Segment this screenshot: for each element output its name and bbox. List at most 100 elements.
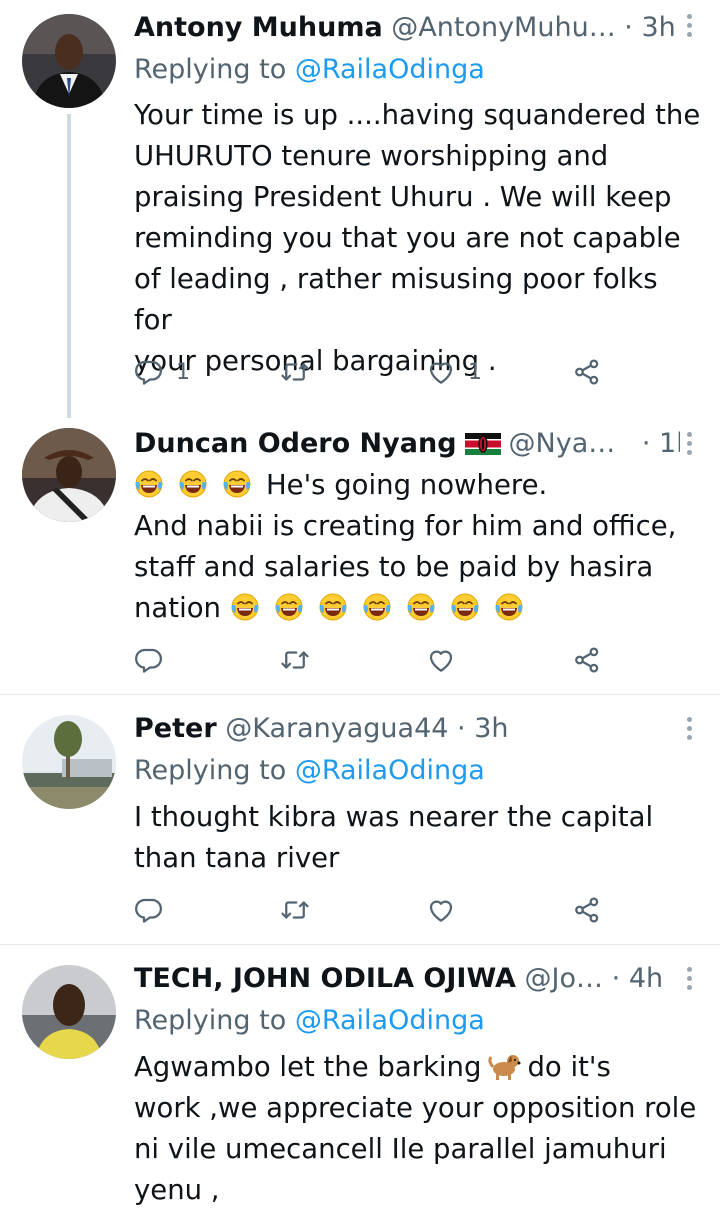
avatar[interactable] <box>22 428 116 522</box>
display-name[interactable]: Peter <box>134 713 217 744</box>
retweet-button[interactable] <box>280 354 310 390</box>
tears-of-joy-emoji <box>178 469 208 499</box>
tweet-header: Antony Muhuma @AntonyMuhu… · 3h <box>134 8 680 48</box>
kenya-flag-emoji <box>465 433 501 455</box>
tweet-text-line: of leading , rather misusing poor folks … <box>134 263 658 336</box>
like-button[interactable] <box>426 642 456 678</box>
retweet-icon <box>280 645 310 675</box>
tears-of-joy-emoji <box>274 592 304 622</box>
more-options-icon[interactable] <box>686 14 694 42</box>
more-options-icon[interactable] <box>686 967 694 995</box>
tweet-text-line: staff and salaries to be paid by hasira <box>134 551 654 583</box>
display-name[interactable]: Antony Muhuma <box>134 12 383 43</box>
thread-line <box>67 114 71 418</box>
tweet-text: I thought kibra was nearer the capital t… <box>134 797 704 879</box>
display-name[interactable]: Duncan Odero Nyang <box>134 428 457 459</box>
heart-icon <box>426 357 456 387</box>
mention-link[interactable]: @RailaOdinga <box>295 1005 485 1036</box>
tweet-text-line: I thought kibra was nearer the capital <box>134 801 654 833</box>
avatar[interactable] <box>22 965 116 1059</box>
avatar[interactable] <box>22 14 116 108</box>
reply-button[interactable] <box>134 642 164 678</box>
reply-icon <box>134 357 164 387</box>
tweet-text-line: Agwambo let the barking do it's <box>134 1047 704 1088</box>
tweet-header: TECH, JOHN ODILA OJIWA @Jo… · 4h <box>134 959 680 999</box>
tweet-text-line: And nabii is creating for him and office… <box>134 510 677 542</box>
timestamp[interactable]: 3h <box>474 713 508 744</box>
tears-of-joy-emoji <box>134 469 164 499</box>
handle[interactable]: @AntonyMuhu… <box>391 12 615 43</box>
tears-of-joy-emoji <box>450 592 480 622</box>
timestamp[interactable]: 1h <box>659 428 680 459</box>
tweet-antony-muhuma[interactable]: Antony Muhuma @AntonyMuhu… · 3h Replying… <box>0 0 720 420</box>
tweet-text-segment: He's going nowhere. <box>266 469 548 501</box>
separator-dot: · <box>457 713 466 744</box>
tweet-text-line: nation <box>134 588 704 629</box>
tweet-text-line: yenu , <box>134 1174 220 1206</box>
display-name[interactable]: TECH, JOHN ODILA OJIWA <box>134 963 516 994</box>
share-button[interactable] <box>572 642 602 678</box>
handle[interactable]: @Jo… <box>525 963 603 994</box>
tears-of-joy-emoji <box>230 592 260 622</box>
tweet-text-line: praising President Uhuru . We will keep <box>134 181 672 213</box>
tweet-tech-john-odila-ojiwa[interactable]: TECH, JOHN ODILA OJIWA @Jo… · 4h Replyin… <box>0 945 720 1227</box>
handle[interactable]: @Nya… <box>509 428 616 459</box>
tears-of-joy-emoji <box>318 592 348 622</box>
tweet-actions <box>134 642 614 678</box>
mention-link[interactable]: @RailaOdinga <box>295 54 485 85</box>
reply-icon <box>134 645 164 675</box>
avatar[interactable] <box>22 715 116 809</box>
replying-to: Replying to @RailaOdinga <box>134 50 485 90</box>
reply-count: 1 <box>176 359 190 385</box>
replying-to-label: Replying to <box>134 54 287 85</box>
tweet-text-line: than tana river <box>134 842 340 874</box>
tweet-text-line: ni vile umecancell Ile parallel jamuhuri <box>134 1133 667 1165</box>
reply-button[interactable] <box>134 892 164 928</box>
tweet-duncan-odero-nyang[interactable]: Duncan Odero Nyang @Nya… · 1h He's going … <box>0 420 720 694</box>
share-icon <box>572 645 602 675</box>
separator-dot: · <box>641 428 651 459</box>
separator-dot: · <box>624 12 633 43</box>
replying-to-label: Replying to <box>134 755 287 786</box>
tweet-text-segment: do it's <box>527 1051 611 1083</box>
tears-of-joy-emoji <box>362 592 392 622</box>
retweet-button[interactable] <box>280 892 310 928</box>
share-button[interactable] <box>572 892 602 928</box>
like-button[interactable]: 1 <box>426 354 482 390</box>
tweet-text: He's going nowhere. And nabii is creatin… <box>134 465 704 629</box>
tweet-header: Peter @Karanyagua44 · 3h <box>134 709 680 749</box>
tweet-actions <box>134 892 614 928</box>
more-options-icon[interactable] <box>686 432 694 460</box>
tweet-header: Duncan Odero Nyang @Nya… · 1h <box>134 424 680 464</box>
tweet-text-line: work ,we appreciate your opposition role <box>134 1092 697 1124</box>
tweet-text-line: Your time is up ....having squandered th… <box>134 99 701 131</box>
more-options-icon[interactable] <box>686 717 694 745</box>
tweet-text-line: He's going nowhere. <box>134 465 704 506</box>
retweet-button[interactable] <box>280 642 310 678</box>
tears-of-joy-emoji <box>222 469 252 499</box>
tweet-peter[interactable]: Peter @Karanyagua44 · 3h Replying to @Ra… <box>0 695 720 943</box>
tweet-text-line: reminding you that you are not capable <box>134 222 681 254</box>
share-icon <box>572 357 602 387</box>
replying-to: Replying to @RailaOdinga <box>134 1001 485 1041</box>
handle[interactable]: @Karanyagua44 <box>225 713 448 744</box>
dog-emoji <box>487 1049 521 1081</box>
share-icon <box>572 895 602 925</box>
timestamp[interactable]: 3h <box>641 12 675 43</box>
tweet-actions: 1 1 <box>134 354 614 390</box>
like-button[interactable] <box>426 892 456 928</box>
mention-link[interactable]: @RailaOdinga <box>295 755 485 786</box>
retweet-icon <box>280 357 310 387</box>
heart-icon <box>426 895 456 925</box>
timestamp[interactable]: 4h <box>629 963 663 994</box>
share-button[interactable] <box>572 354 602 390</box>
reply-button[interactable]: 1 <box>134 354 190 390</box>
tweet-text-segment: Agwambo let the barking <box>134 1051 482 1083</box>
replying-to: Replying to @RailaOdinga <box>134 751 485 791</box>
tweet-text-segment: nation <box>134 592 221 624</box>
tears-of-joy-emoji <box>406 592 436 622</box>
reply-icon <box>134 895 164 925</box>
tweet-text: Your time is up ....having squandered th… <box>134 95 704 382</box>
separator-dot: · <box>611 963 621 994</box>
tears-of-joy-emoji <box>494 592 524 622</box>
